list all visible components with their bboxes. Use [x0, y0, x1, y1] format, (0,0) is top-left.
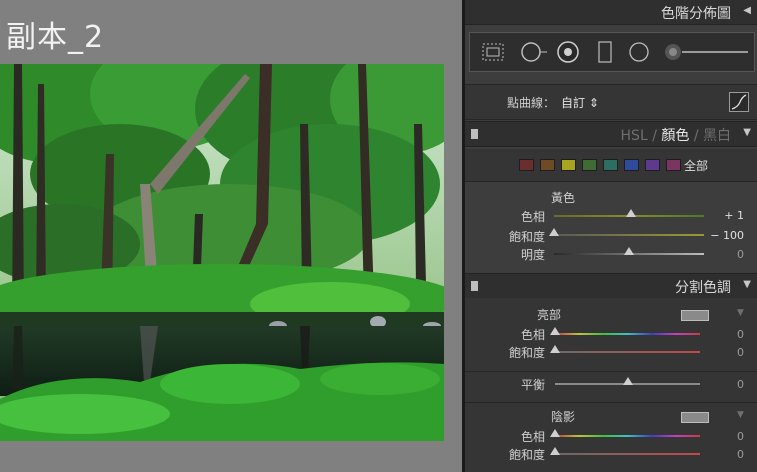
triangle-down-icon[interactable]: ▼	[743, 279, 751, 290]
shadows-color-chip[interactable]	[681, 412, 709, 423]
develop-right-panel: 色階分佈圖 ◀ 點曲線： 自訂 ⇕ HSL / 顏色 / 黑白 ▼ 全部 黃色 …	[465, 0, 757, 472]
adjustment-brush-icon[interactable]	[664, 41, 750, 66]
highlights-color-chip[interactable]	[681, 310, 709, 321]
shadows-hue-track[interactable]	[555, 435, 700, 437]
highlights-saturation-value[interactable]: 0	[700, 346, 744, 359]
highlights-label: 亮部	[537, 308, 562, 322]
highlights-hue-thumb[interactable]	[550, 327, 560, 335]
split-toning-body: 亮部 ▼ 色相 0 飽和度 0 平衡 0 陰影 ▼ 色相 0 飽和度 0	[465, 298, 757, 472]
luminance-value[interactable]: 0	[700, 248, 744, 261]
shadows-saturation-thumb[interactable]	[550, 447, 560, 455]
swatch-aqua[interactable]	[603, 159, 618, 171]
slider-label: 色相	[520, 328, 545, 342]
forest-photo	[0, 64, 444, 441]
highlights-saturation-track[interactable]	[555, 351, 700, 353]
swatch-purple[interactable]	[645, 159, 660, 171]
histogram-header[interactable]: 色階分佈圖 ◀	[465, 0, 757, 25]
swatch-blue[interactable]	[624, 159, 639, 171]
panel-switch-icon[interactable]	[471, 281, 478, 291]
shadows-saturation-track[interactable]	[555, 453, 700, 455]
slider-label: 色相	[520, 210, 545, 224]
hue-value[interactable]: + 1	[700, 209, 744, 222]
shadows-hue-value[interactable]: 0	[700, 430, 744, 443]
tab-bw[interactable]: 黑白	[703, 128, 731, 144]
image-canvas-area: 副本_2	[0, 0, 462, 472]
hue-thumb[interactable]	[625, 209, 636, 217]
split-toning-title: 分割色調	[675, 280, 731, 296]
swatch-yellow[interactable]	[561, 159, 576, 171]
tone-curve-row: 點曲線： 自訂 ⇕	[465, 84, 757, 120]
shadows-saturation-value[interactable]: 0	[700, 448, 744, 461]
slider-label: 飽和度	[508, 448, 545, 462]
photo-title: 副本_2	[6, 20, 105, 55]
highlights-saturation-thumb[interactable]	[550, 345, 560, 353]
graduated-filter-icon[interactable]	[598, 41, 612, 66]
swatch-orange[interactable]	[540, 159, 555, 171]
balance-thumb[interactable]	[622, 377, 633, 385]
tab-separator: /	[652, 128, 657, 144]
saturation-value[interactable]: − 100	[700, 229, 744, 242]
tool-strip	[469, 32, 755, 72]
all-colors-link[interactable]: 全部	[684, 157, 708, 174]
saturation-thumb[interactable]	[549, 228, 559, 236]
triangle-down-icon[interactable]: ▼	[737, 410, 744, 420]
slider-label: 平衡	[520, 378, 545, 392]
saturation-track[interactable]	[554, 234, 704, 236]
slider-label: 飽和度	[508, 346, 545, 360]
divider	[465, 371, 757, 372]
shadows-hue-thumb[interactable]	[550, 429, 560, 437]
panel-switch-icon[interactable]	[471, 129, 478, 139]
red-eye-icon[interactable]	[556, 40, 580, 67]
point-curve-select[interactable]: 自訂 ⇕	[561, 94, 599, 111]
hsl-tab-group: HSL / 顏色 / 黑白	[621, 125, 731, 145]
swatch-magenta[interactable]	[666, 159, 681, 171]
spot-removal-icon[interactable]	[520, 41, 548, 66]
histogram-title: 色階分佈圖	[661, 6, 731, 22]
hsl-header[interactable]: HSL / 顏色 / 黑白 ▼	[465, 121, 757, 147]
balance-value[interactable]: 0	[700, 378, 744, 391]
color-group-label: 黃色	[551, 191, 576, 205]
tab-separator: /	[693, 128, 699, 144]
tab-hsl[interactable]: HSL	[621, 128, 648, 144]
color-swatch-row: 全部	[465, 149, 757, 182]
radial-filter-icon[interactable]	[628, 41, 650, 66]
curve-icon[interactable]	[729, 92, 749, 112]
triangle-down-icon[interactable]: ▼	[737, 308, 744, 318]
swatch-red[interactable]	[519, 159, 534, 171]
triangle-down-icon[interactable]: ▼	[743, 127, 751, 138]
split-toning-header[interactable]: 分割色調 ▼	[465, 273, 757, 299]
triangle-left-icon[interactable]: ◀	[743, 5, 751, 16]
slider-label: 明度	[520, 248, 545, 262]
highlights-hue-track[interactable]	[555, 333, 700, 335]
slider-label: 色相	[520, 430, 545, 444]
swatch-green[interactable]	[582, 159, 597, 171]
photo-preview[interactable]	[0, 64, 444, 441]
tab-color[interactable]: 顏色	[661, 128, 689, 144]
slider-label: 飽和度	[508, 230, 545, 244]
divider	[465, 402, 757, 403]
highlights-hue-value[interactable]: 0	[700, 328, 744, 341]
point-curve-label: 點曲線：	[507, 96, 556, 110]
shadows-label: 陰影	[551, 410, 576, 424]
luminance-thumb[interactable]	[624, 247, 634, 255]
crop-overlay-icon[interactable]	[482, 43, 504, 64]
